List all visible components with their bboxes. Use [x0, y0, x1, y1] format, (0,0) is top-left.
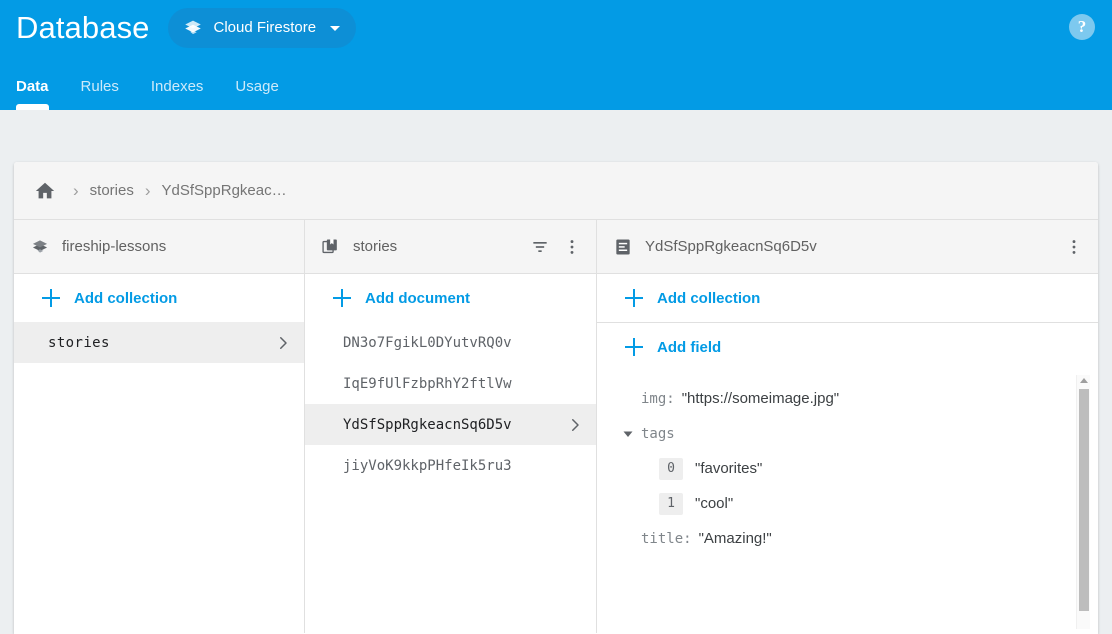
add-collection-label: Add collection	[74, 290, 177, 307]
app-header: Database Cloud Firestore ? Data Rules In…	[0, 0, 1112, 110]
collection-panel-title: stories	[353, 238, 397, 255]
field-key: tags	[641, 426, 675, 442]
breadcrumb-separator-2: ›	[136, 182, 160, 199]
add-collection-button[interactable]: Add collection	[14, 274, 304, 322]
explorer-columns: fireship-lessons Add collection stories	[14, 220, 1098, 633]
app-header-row: Database Cloud Firestore	[16, 8, 356, 48]
help-icon[interactable]: ?	[1069, 14, 1095, 40]
firestore-logo-icon	[28, 235, 52, 259]
document-list-item-label: jiyVoK9kkpPHfeIk5ru3	[343, 458, 512, 474]
document-list-item-label: IqE9fUlFzbpRhY2ftlVw	[343, 376, 512, 392]
breadcrumb-item-document[interactable]: YdSfSppRgkeac…	[162, 182, 287, 199]
root-panel-header: fireship-lessons	[14, 220, 304, 274]
array-index-chip: 0	[659, 458, 683, 480]
document-list-item-label: YdSfSppRgkeacnSq6D5v	[343, 417, 512, 433]
array-item-row[interactable]: 1 "cool"	[597, 486, 1098, 521]
document-list-item-label: DN3o7FgikL0DYutvRQ0v	[343, 335, 512, 351]
array-item-value: "favorites"	[695, 460, 762, 477]
field-row-tags[interactable]: tags	[597, 416, 1098, 451]
add-document-button[interactable]: Add document	[305, 274, 596, 322]
root-panel-title: fireship-lessons	[62, 238, 166, 255]
array-item-row[interactable]: 0 "favorites"	[597, 451, 1098, 486]
database-selector-label: Cloud Firestore	[214, 18, 317, 38]
tab-usage-label: Usage	[235, 78, 278, 95]
tab-indexes[interactable]: Indexes	[135, 62, 220, 110]
tab-usage[interactable]: Usage	[219, 62, 294, 110]
collection-list-item-stories[interactable]: stories	[14, 322, 304, 363]
tab-data[interactable]: Data	[0, 62, 65, 110]
add-document-label: Add document	[365, 290, 470, 307]
home-icon[interactable]	[28, 174, 62, 208]
chevron-right-icon	[566, 416, 584, 434]
vertical-scrollbar[interactable]	[1076, 375, 1090, 629]
document-list-item[interactable]: jiyVoK9kkpPHfeIk5ru3	[305, 445, 596, 486]
document-icon	[611, 235, 635, 259]
field-key: title:	[641, 531, 692, 547]
plus-icon	[333, 289, 351, 307]
document-list-item[interactable]: DN3o7FgikL0DYutvRQ0v	[305, 322, 596, 363]
expander-collapse-icon[interactable]	[617, 423, 639, 445]
array-index-chip: 1	[659, 493, 683, 515]
breadcrumb-item-collection[interactable]: stories	[90, 182, 134, 199]
data-explorer-card: › stories › YdSfSppRgkeac… fireship-less…	[14, 162, 1098, 634]
add-field-label: Add field	[657, 339, 721, 356]
add-subcollection-button[interactable]: Add collection	[597, 274, 1098, 322]
tab-rules-label: Rules	[81, 78, 119, 95]
tab-rules[interactable]: Rules	[65, 62, 135, 110]
collection-panel-actions	[526, 233, 586, 261]
tab-data-label: Data	[16, 78, 49, 95]
collection-panel-header: stories	[305, 220, 596, 274]
chevron-right-icon	[274, 334, 292, 352]
tab-indexes-label: Indexes	[151, 78, 204, 95]
help-icon-glyph: ?	[1078, 17, 1087, 37]
add-field-button[interactable]: Add field	[597, 323, 1098, 371]
plus-icon	[625, 289, 643, 307]
field-row-img[interactable]: img: "https://someimage.jpg"	[597, 381, 1098, 416]
field-value: "Amazing!"	[699, 530, 772, 547]
document-panel-actions	[1060, 233, 1088, 261]
scroll-up-arrow[interactable]	[1080, 378, 1088, 383]
field-list: img: "https://someimage.jpg" tags 0 "fav…	[597, 371, 1098, 633]
root-panel: fireship-lessons Add collection stories	[14, 220, 305, 633]
field-row-title[interactable]: title: "Amazing!"	[597, 521, 1098, 556]
database-selector-chip[interactable]: Cloud Firestore	[168, 8, 357, 48]
field-value: "https://someimage.jpg"	[682, 390, 839, 407]
document-panel-header: YdSfSppRgkeacnSq6D5v	[597, 220, 1098, 274]
document-panel-title: YdSfSppRgkeacnSq6D5v	[645, 238, 817, 255]
field-key: img:	[641, 391, 675, 407]
document-list-item[interactable]: IqE9fUlFzbpRhY2ftlVw	[305, 363, 596, 404]
scrollbar-thumb[interactable]	[1079, 389, 1089, 611]
breadcrumb-separator-1: ›	[64, 182, 88, 199]
more-vert-icon[interactable]	[558, 233, 586, 261]
more-vert-icon[interactable]	[1060, 233, 1088, 261]
page-title: Database	[16, 8, 150, 48]
array-item-value: "cool"	[695, 495, 733, 512]
tab-bar: Data Rules Indexes Usage	[0, 62, 295, 110]
add-subcollection-label: Add collection	[657, 290, 760, 307]
collection-panel: stories	[305, 220, 597, 633]
chevron-down-icon	[330, 26, 340, 31]
document-panel: YdSfSppRgkeacnSq6D5v Add collection	[597, 220, 1098, 633]
collection-icon	[319, 235, 343, 259]
plus-icon	[42, 289, 60, 307]
document-list-item-selected[interactable]: YdSfSppRgkeacnSq6D5v	[305, 404, 596, 445]
plus-icon	[625, 338, 643, 356]
breadcrumb: › stories › YdSfSppRgkeac…	[14, 162, 1098, 220]
filter-icon[interactable]	[526, 233, 554, 261]
firestore-logo-icon	[182, 17, 204, 39]
collection-list-item-label: stories	[48, 335, 110, 351]
